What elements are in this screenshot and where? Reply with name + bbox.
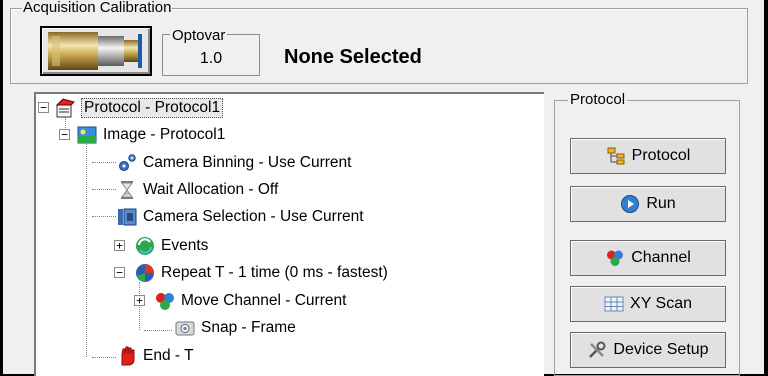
selection-status: None Selected xyxy=(284,46,422,68)
channel-icon xyxy=(156,293,174,310)
tree-connector xyxy=(92,162,116,163)
collapse-toggle-repeat[interactable]: − xyxy=(114,267,125,278)
tree-item-move-channel[interactable]: Move Channel - Current xyxy=(154,289,346,313)
channel-icon xyxy=(607,250,624,266)
protocol-icon xyxy=(55,98,75,118)
collapse-toggle-protocol[interactable]: − xyxy=(38,102,49,113)
tree-item-snap[interactable]: Snap - Frame xyxy=(174,316,296,340)
tree-item-label: Snap - Frame xyxy=(201,319,296,336)
events-icon xyxy=(136,237,154,255)
run-button[interactable]: Run xyxy=(570,186,726,222)
hourglass-icon xyxy=(121,181,133,199)
play-icon xyxy=(621,195,640,213)
camera-selection-icon xyxy=(118,208,137,226)
expand-toggle-move-channel[interactable]: + xyxy=(134,295,145,306)
protocol-tree-icon xyxy=(607,147,625,165)
repeat-icon xyxy=(136,264,154,282)
tree-connector xyxy=(92,357,116,358)
optovar-label: Optovar xyxy=(170,27,228,44)
tree-item-label: Protocol - Protocol1 xyxy=(81,98,224,118)
tree-connector xyxy=(144,330,172,331)
channel-button[interactable]: Channel xyxy=(570,240,726,276)
xy-scan-button[interactable]: XY Scan xyxy=(570,286,726,322)
tree-item-label: End - T xyxy=(143,347,194,364)
objective-lens-icon xyxy=(48,32,142,70)
protocol-button[interactable]: Protocol xyxy=(570,138,726,174)
image-icon xyxy=(77,126,97,144)
tree-item-label: Events xyxy=(161,237,209,254)
optovar-value: 1.0 xyxy=(199,50,223,67)
run-button-label: Run xyxy=(646,195,676,212)
tree-item-end-t[interactable]: End - T xyxy=(116,344,194,368)
tree-item-wait-allocation[interactable]: Wait Allocation - Off xyxy=(116,178,278,202)
binning-icon xyxy=(119,154,136,171)
camera-icon xyxy=(175,321,195,336)
acquisition-calibration-title: Acquisition Calibration xyxy=(22,0,173,16)
tree-item-label: Repeat T - 1 time (0 ms - fastest) xyxy=(161,264,388,281)
expand-toggle-events[interactable]: + xyxy=(114,240,125,251)
tree-item-label: Camera Binning - Use Current xyxy=(143,154,352,171)
protocol-group-title: Protocol xyxy=(568,91,628,108)
grid-icon xyxy=(604,296,624,312)
device-setup-button[interactable]: Device Setup xyxy=(570,332,726,368)
device-setup-button-label: Device Setup xyxy=(613,341,709,358)
objective-lens-button[interactable] xyxy=(40,26,152,76)
tree-item-protocol[interactable]: Protocol - Protocol1 xyxy=(54,96,224,120)
window-right-border xyxy=(764,0,768,376)
xy-scan-button-label: XY Scan xyxy=(630,295,692,312)
hand-stop-icon xyxy=(121,346,135,366)
tree-connector xyxy=(86,141,87,357)
tree-item-label: Camera Selection - Use Current xyxy=(143,208,364,225)
tree-item-events[interactable]: Events xyxy=(134,234,208,258)
collapse-toggle-image[interactable]: − xyxy=(59,129,70,140)
tree-item-image[interactable]: Image - Protocol1 xyxy=(76,123,225,147)
tree-connector xyxy=(92,216,116,217)
window-left-border xyxy=(0,0,3,376)
tree-item-label: Move Channel - Current xyxy=(181,292,347,309)
protocol-tree[interactable]: − − + − + Protocol - Protocol1 Image - P… xyxy=(34,92,544,376)
tree-item-label: Wait Allocation - Off xyxy=(143,181,279,198)
protocol-button-label: Protocol xyxy=(631,147,691,164)
tools-icon xyxy=(589,341,606,358)
tree-item-camera-binning[interactable]: Camera Binning - Use Current xyxy=(116,151,351,175)
tree-item-label: Image - Protocol1 xyxy=(103,126,226,143)
tree-item-repeat-t[interactable]: Repeat T - 1 time (0 ms - fastest) xyxy=(134,261,388,285)
tree-connector xyxy=(92,189,116,190)
tree-item-camera-selection[interactable]: Camera Selection - Use Current xyxy=(116,205,364,229)
channel-button-label: Channel xyxy=(631,249,691,266)
